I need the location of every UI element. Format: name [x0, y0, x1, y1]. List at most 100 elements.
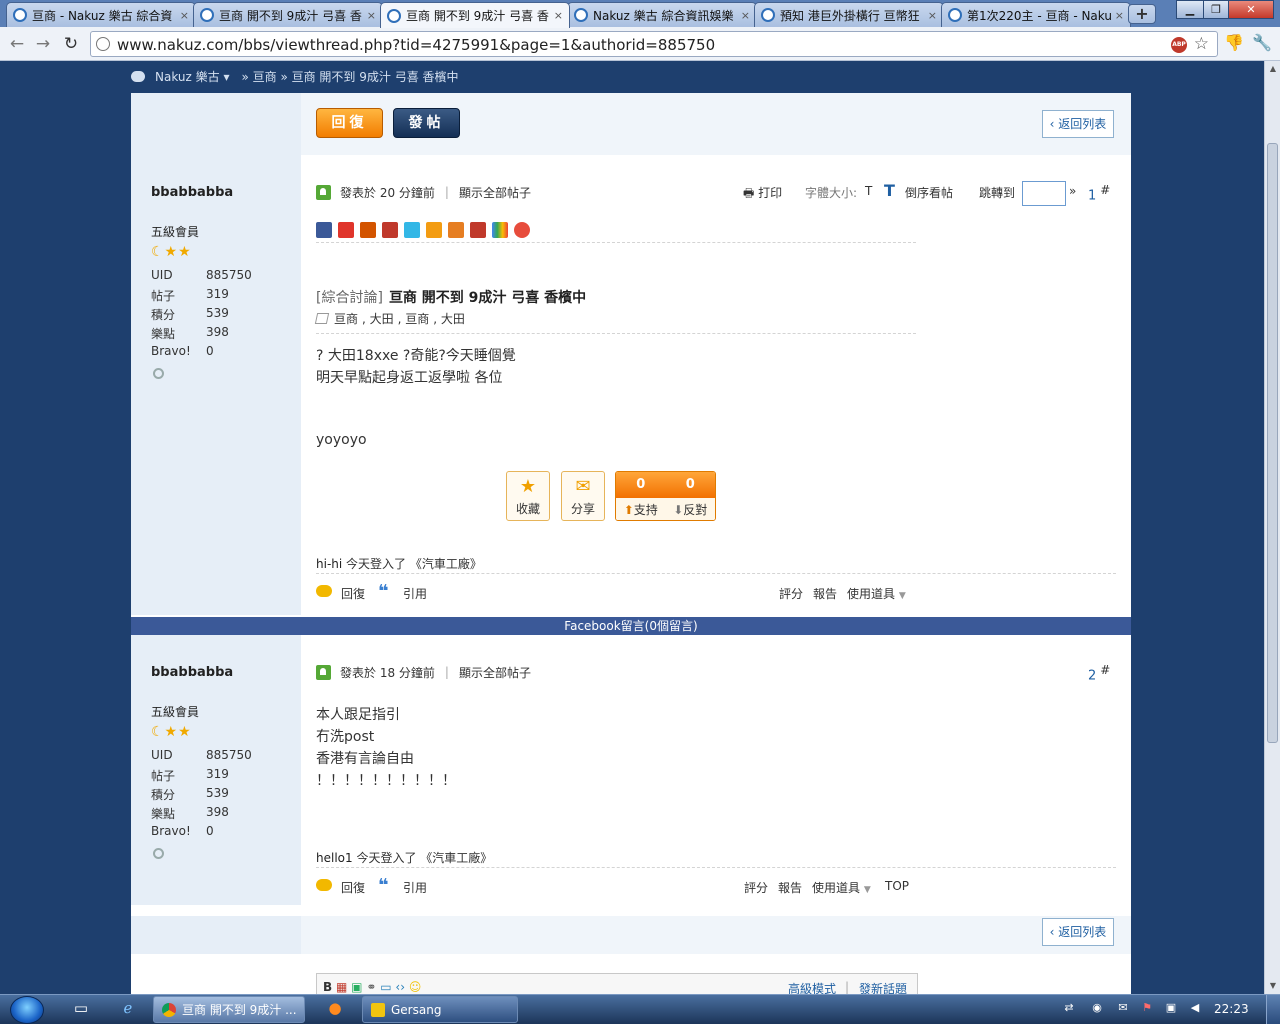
jump-to-floor-input[interactable] — [1022, 181, 1066, 206]
back-to-top-link[interactable]: TOP — [885, 879, 909, 893]
footer-quote-link[interactable]: 引用 — [403, 585, 427, 602]
scrollbar-thumb[interactable] — [1267, 143, 1278, 743]
minimize-window-button[interactable]: ▁ — [1176, 0, 1204, 19]
code-icon[interactable]: ‹› — [395, 980, 405, 994]
reply-button[interactable]: 回復 — [316, 108, 383, 138]
back-to-list-button[interactable]: ‹ 返回列表 — [1042, 110, 1114, 138]
tray-mail-icon[interactable]: ✉ — [1116, 1001, 1130, 1015]
show-all-posts-link[interactable]: 顯示全部帖子 — [459, 184, 531, 201]
thumbs-down-icon[interactable]: 👎 — [1224, 33, 1244, 52]
myspace-icon[interactable] — [426, 222, 442, 238]
footer-reply-link[interactable]: 回復 — [341, 585, 365, 602]
maximize-window-button[interactable]: ❐ — [1203, 0, 1229, 19]
link-icon[interactable]: ⚭ — [366, 980, 376, 994]
address-bar[interactable]: www.nakuz.com/bbs/viewthread.php?tid=427… — [90, 31, 1218, 57]
jump-go-button[interactable]: » — [1069, 184, 1076, 200]
bold-button[interactable]: B — [323, 980, 332, 994]
color-grid-icon[interactable]: ▦ — [336, 980, 347, 994]
oppose-button[interactable]: ⬇反對 — [666, 498, 716, 520]
close-icon[interactable]: × — [741, 9, 750, 22]
post-2-author-name[interactable]: bbabbabba — [151, 665, 233, 680]
breadcrumb-path[interactable]: » 亘商 » 亘商 開不到 9成汁 弓喜 香檳中 — [241, 68, 458, 85]
taskbar-gersang-window[interactable]: Gersang — [362, 996, 518, 1023]
smiley-icon[interactable]: ☺ — [409, 980, 422, 994]
address-url[interactable]: www.nakuz.com/bbs/viewthread.php?tid=427… — [117, 36, 715, 54]
show-desktop-button[interactable] — [1266, 995, 1280, 1024]
taskbar-chrome-window[interactable]: 亘商 開不到 9成汁 ... — [153, 996, 305, 1023]
google-icon[interactable] — [492, 222, 508, 238]
quote-bubble-icon[interactable]: ▭ — [380, 980, 391, 994]
post-1-floor-number[interactable]: 1 # — [1088, 183, 1110, 203]
kaixin-icon[interactable] — [448, 222, 464, 238]
browser-tab-4[interactable]: Nakuz 樂古 綜合資訊娛樂 × — [567, 2, 757, 27]
browser-tab-5[interactable]: 預知 港巨外掛橫行 亘幣狂 × — [754, 2, 944, 27]
new-tab-button[interactable]: + — [1128, 4, 1156, 24]
close-icon[interactable]: × — [928, 9, 937, 22]
support-button[interactable]: ⬆支持 — [616, 498, 666, 520]
start-button[interactable] — [10, 996, 44, 1024]
adblock-icon[interactable]: ABP — [1171, 37, 1187, 53]
page-scrollbar[interactable]: ▲ ▼ — [1264, 61, 1280, 994]
browser-tab-3-active[interactable]: 亘商 開不到 9成汁 弓喜 香 × — [380, 2, 570, 28]
tray-volume-icon[interactable]: ◀ — [1188, 1001, 1202, 1015]
reload-icon[interactable]: ↻ — [60, 33, 82, 55]
thread-category[interactable]: [綜合討論] — [316, 290, 383, 306]
close-icon[interactable]: × — [1115, 9, 1124, 22]
twitter-icon[interactable] — [404, 222, 420, 238]
post-1-author-name[interactable]: bbabbabba — [151, 185, 233, 200]
taskbar-clock[interactable]: 22:23 — [1214, 1002, 1249, 1016]
brand-menu[interactable]: Nakuz 樂古 ▾ — [155, 68, 229, 85]
browser-tab-2[interactable]: 亘商 開不到 9成汁 弓喜 香 × — [193, 2, 383, 27]
bookmark-star-icon[interactable]: ☆ — [1194, 34, 1209, 54]
rate-link[interactable]: 評分 — [779, 585, 803, 602]
back-to-list-button-bottom[interactable]: ‹ 返回列表 — [1042, 918, 1114, 946]
close-icon[interactable]: × — [180, 9, 189, 22]
tag-link[interactable]: , 亘商 — [398, 310, 430, 327]
footer-quote-link[interactable]: 引用 — [403, 879, 427, 896]
new-topic-link[interactable]: 發新話題 — [859, 980, 907, 994]
back-arrow-icon[interactable]: ← — [6, 33, 28, 55]
scroll-down-icon[interactable]: ▼ — [1265, 978, 1280, 994]
forward-arrow-icon[interactable]: → — [32, 33, 54, 55]
plurk-p-icon[interactable] — [382, 222, 398, 238]
font-big-button[interactable]: T — [884, 181, 895, 200]
image-icon[interactable]: ▣ — [351, 980, 362, 994]
facebook-icon[interactable] — [316, 222, 332, 238]
report-link[interactable]: 報告 — [813, 585, 837, 602]
hd-icon[interactable] — [470, 222, 486, 238]
footer-reply-link[interactable]: 回復 — [341, 879, 365, 896]
share-button[interactable]: ✉ 分享 — [561, 471, 605, 521]
firefox-icon[interactable]: ● — [324, 999, 346, 1019]
browser-tab-6[interactable]: 第1次220主 - 亘商 - Naku × — [941, 2, 1131, 27]
tray-monitor-icon[interactable]: ▣ — [1164, 1001, 1178, 1015]
plurk-icon[interactable] — [360, 222, 376, 238]
new-post-button[interactable]: 發帖 — [393, 108, 460, 138]
wrench-icon[interactable]: 🔧 — [1252, 33, 1272, 52]
facebook-comments-bar[interactable]: Facebook留言(0個留言) — [131, 617, 1131, 635]
font-small-button[interactable]: T — [865, 184, 872, 200]
tag-link[interactable]: , 大田 — [362, 310, 394, 327]
close-icon[interactable]: × — [554, 9, 563, 22]
tray-flag-icon[interactable]: ⚑ — [1140, 1001, 1154, 1015]
tag-link[interactable]: 亘商 — [334, 310, 358, 327]
close-window-button[interactable]: ✕ — [1228, 0, 1274, 19]
print-link[interactable]: 🖶 打印 — [743, 184, 782, 200]
yahoo-icon[interactable] — [514, 222, 530, 238]
scroll-up-icon[interactable]: ▲ — [1265, 61, 1280, 77]
rate-link[interactable]: 評分 — [744, 879, 768, 896]
tag-link[interactable]: , 大田 — [433, 310, 465, 327]
tray-network-icon[interactable]: ◉ — [1090, 1001, 1104, 1015]
use-tools-menu[interactable]: 使用道具 ▼ — [847, 585, 906, 602]
use-tools-menu[interactable]: 使用道具 ▼ — [812, 879, 871, 896]
tray-arrows-icon[interactable]: ⇄ — [1062, 1001, 1076, 1015]
show-all-posts-link[interactable]: 顯示全部帖子 — [459, 664, 531, 681]
advanced-mode-link[interactable]: 高級模式 — [788, 980, 836, 994]
reverse-order-link[interactable]: 倒序看帖 — [905, 184, 953, 200]
browser-tab-1[interactable]: 亘商 - Nakuz 樂古 綜合資 × — [6, 2, 196, 27]
favorite-button[interactable]: ★ 收藏 — [506, 471, 550, 521]
report-link[interactable]: 報告 — [778, 879, 802, 896]
close-icon[interactable]: × — [367, 9, 376, 22]
post-2-floor-number[interactable]: 2 # — [1088, 663, 1110, 683]
show-desktop-icon[interactable]: ▭ — [70, 999, 92, 1019]
weibo-icon[interactable] — [338, 222, 354, 238]
